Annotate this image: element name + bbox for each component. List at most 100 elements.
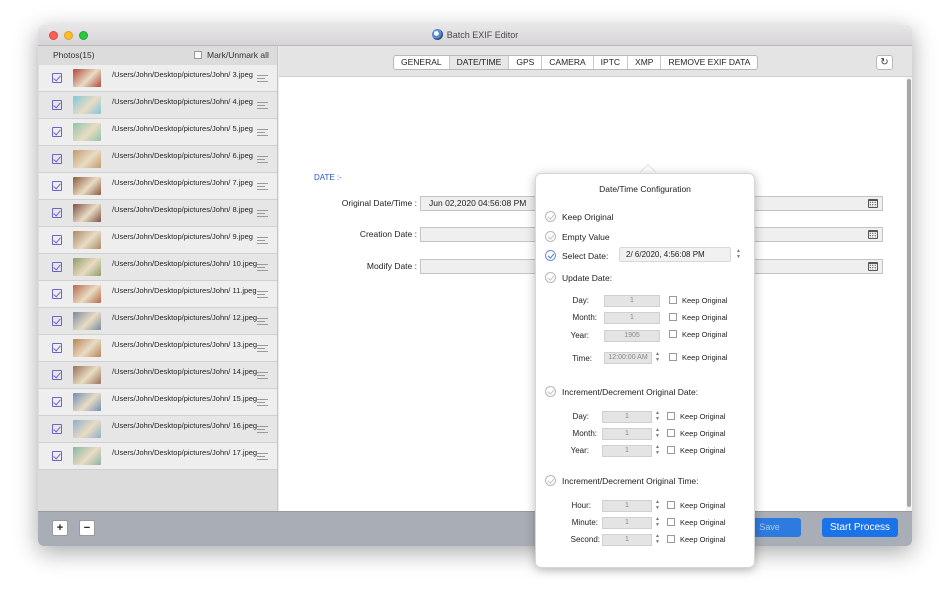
keep-original-checkbox[interactable]	[669, 330, 677, 338]
update-month-keep-original[interactable]: Keep Original	[669, 313, 727, 322]
update-month-field[interactable]: 1	[604, 312, 660, 324]
photo-row[interactable]: /Users/John/Desktop/pictures/John/ 12.jp…	[39, 308, 277, 335]
time-stepper[interactable]: ▲ ▼	[654, 351, 661, 364]
drag-handle-icon[interactable]	[257, 102, 268, 111]
increment-month-keep-original[interactable]: Keep Original	[667, 429, 725, 438]
tab-gps[interactable]: GPS	[509, 56, 543, 69]
check-circle-icon[interactable]	[545, 250, 556, 261]
drag-handle-icon[interactable]	[257, 426, 268, 435]
photo-row[interactable]: /Users/John/Desktop/pictures/John/ 4.jpe…	[39, 92, 277, 119]
increment-minute-keep-original[interactable]: Keep Original	[667, 518, 725, 527]
increment-year-keep-original[interactable]: Keep Original	[667, 446, 725, 455]
keep-original-checkbox[interactable]	[667, 501, 675, 509]
panel-scrollbar[interactable]	[906, 77, 912, 511]
update-time-keep-original[interactable]: Keep Original	[669, 353, 727, 362]
photo-checkbox[interactable]	[52, 370, 62, 380]
photo-row[interactable]: /Users/John/Desktop/pictures/John/ 13.jp…	[39, 335, 277, 362]
scrollbar-thumb[interactable]	[907, 79, 911, 507]
keep-original-checkbox[interactable]	[667, 412, 675, 420]
photo-checkbox[interactable]	[52, 424, 62, 434]
tab-iptc[interactable]: IPTC	[594, 56, 629, 69]
keep-original-checkbox[interactable]	[669, 353, 677, 361]
update-day-field[interactable]: 1	[604, 295, 660, 307]
drag-handle-icon[interactable]	[257, 129, 268, 138]
photo-row[interactable]: /Users/John/Desktop/pictures/John/ 8.jpe…	[39, 200, 277, 227]
increment-second-field[interactable]: 1	[602, 534, 652, 546]
photo-checkbox[interactable]	[52, 451, 62, 461]
increment-month-field[interactable]: 1	[602, 428, 652, 440]
increment-hour-stepper[interactable]: ▲ ▼	[654, 499, 661, 512]
photo-checkbox[interactable]	[52, 235, 62, 245]
photo-checkbox[interactable]	[52, 397, 62, 407]
tab-remove-exif-data[interactable]: REMOVE EXIF DATA	[661, 56, 757, 69]
add-photo-button[interactable]: +	[52, 520, 68, 536]
photo-row[interactable]: /Users/John/Desktop/pictures/John/ 9.jpe…	[39, 227, 277, 254]
drag-handle-icon[interactable]	[257, 372, 268, 381]
drag-handle-icon[interactable]	[257, 318, 268, 327]
tab-camera[interactable]: CAMERA	[542, 56, 594, 69]
photo-row[interactable]: /Users/John/Desktop/pictures/John/ 15.jp…	[39, 389, 277, 416]
update-time-field[interactable]: 12:00:00 AM	[604, 352, 652, 364]
drag-handle-icon[interactable]	[257, 237, 268, 246]
keep-original-checkbox[interactable]	[669, 296, 677, 304]
drag-handle-icon[interactable]	[257, 156, 268, 165]
drag-handle-icon[interactable]	[257, 399, 268, 408]
option-select-date[interactable]: Select Date:	[545, 250, 608, 261]
drag-handle-icon[interactable]	[257, 75, 268, 84]
keep-original-checkbox[interactable]	[667, 446, 675, 454]
check-circle-icon[interactable]	[545, 475, 556, 486]
option-increment-date[interactable]: Increment/Decrement Original Date:	[545, 386, 698, 397]
refresh-button[interactable]: ↻	[876, 55, 893, 70]
keep-original-checkbox[interactable]	[667, 535, 675, 543]
increment-minute-field[interactable]: 1	[602, 517, 652, 529]
option-increment-time[interactable]: Increment/Decrement Original Time:	[545, 475, 699, 486]
update-year-field[interactable]: 1905	[604, 330, 660, 342]
photo-row[interactable]: /Users/John/Desktop/pictures/John/ 16.jp…	[39, 416, 277, 443]
increment-year-stepper[interactable]: ▲ ▼	[654, 444, 661, 457]
photo-row[interactable]: /Users/John/Desktop/pictures/John/ 11.jp…	[39, 281, 277, 308]
drag-handle-icon[interactable]	[257, 183, 268, 192]
increment-second-stepper[interactable]: ▲ ▼	[654, 533, 661, 546]
increment-day-stepper[interactable]: ▲ ▼	[654, 410, 661, 423]
option-empty-value[interactable]: Empty Value	[545, 231, 610, 242]
photo-row[interactable]: /Users/John/Desktop/pictures/John/ 3.jpe…	[39, 65, 277, 92]
option-keep-original[interactable]: Keep Original	[545, 211, 614, 222]
check-circle-icon[interactable]	[545, 272, 556, 283]
tab-xmp[interactable]: XMP	[628, 56, 662, 69]
calendar-icon[interactable]	[868, 230, 878, 239]
photo-checkbox[interactable]	[52, 208, 62, 218]
photo-row[interactable]: /Users/John/Desktop/pictures/John/ 14.jp…	[39, 362, 277, 389]
tab-general[interactable]: GENERAL	[394, 56, 450, 69]
keep-original-checkbox[interactable]	[667, 518, 675, 526]
photo-row[interactable]: /Users/John/Desktop/pictures/John/ 7.jpe…	[39, 173, 277, 200]
tab-date-time[interactable]: DATE/TIME	[449, 56, 510, 69]
photo-row[interactable]: /Users/John/Desktop/pictures/John/ 6.jpe…	[39, 146, 277, 173]
photo-row[interactable]: /Users/John/Desktop/pictures/John/ 5.jpe…	[39, 119, 277, 146]
increment-day-keep-original[interactable]: Keep Original	[667, 412, 725, 421]
check-circle-icon[interactable]	[545, 231, 556, 242]
photo-checkbox[interactable]	[52, 316, 62, 326]
increment-hour-keep-original[interactable]: Keep Original	[667, 501, 725, 510]
mark-all-checkbox[interactable]	[194, 51, 202, 59]
drag-handle-icon[interactable]	[257, 345, 268, 354]
photo-row[interactable]: /Users/John/Desktop/pictures/John/ 10.jp…	[39, 254, 277, 281]
photo-row[interactable]: /Users/John/Desktop/pictures/John/ 17.jp…	[39, 443, 277, 470]
photo-checkbox[interactable]	[52, 181, 62, 191]
photo-checkbox[interactable]	[52, 127, 62, 137]
update-year-keep-original[interactable]: Keep Original	[669, 330, 727, 339]
increment-year-field[interactable]: 1	[602, 445, 652, 457]
select-date-field[interactable]: 2/ 6/2020, 4:56:08 PM	[619, 247, 731, 262]
start-process-button[interactable]: Start Process	[822, 518, 898, 537]
increment-day-field[interactable]: 1	[602, 411, 652, 423]
mark-all-toggle[interactable]: Mark/Unmark all	[194, 50, 269, 60]
photo-checkbox[interactable]	[52, 262, 62, 272]
increment-minute-stepper[interactable]: ▲ ▼	[654, 516, 661, 529]
photo-checkbox[interactable]	[52, 100, 62, 110]
drag-handle-icon[interactable]	[257, 291, 268, 300]
option-update-date[interactable]: Update Date:	[545, 272, 612, 283]
increment-second-keep-original[interactable]: Keep Original	[667, 535, 725, 544]
calendar-icon[interactable]	[868, 262, 878, 271]
photo-checkbox[interactable]	[52, 154, 62, 164]
drag-handle-icon[interactable]	[257, 264, 268, 273]
calendar-icon[interactable]	[868, 199, 878, 208]
